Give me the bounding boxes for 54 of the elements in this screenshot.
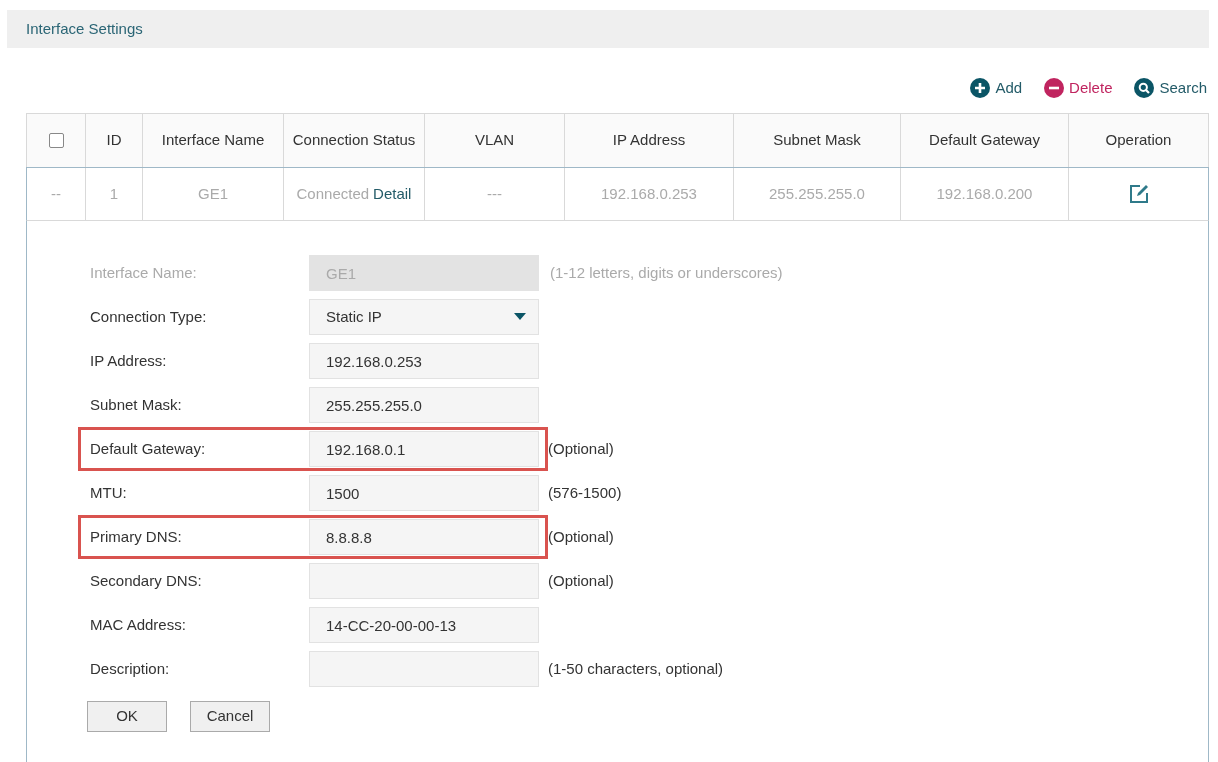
minus-icon	[1044, 78, 1065, 98]
column-header: Connection Status	[292, 130, 416, 151]
input-field[interactable]: 255.255.255.0	[309, 387, 539, 423]
table-cell-text: --	[51, 183, 61, 204]
select-all-checkbox[interactable]	[48, 133, 64, 148]
field-hint: (576-1500)	[548, 482, 622, 503]
field-label: Interface Name:	[90, 262, 198, 283]
input-field[interactable]: 14-CC-20-00-00-13	[309, 607, 539, 643]
input-field[interactable]: 8.8.8.8	[309, 519, 539, 555]
field-label: Default Gateway:	[90, 438, 207, 459]
table-cell-text: GE1	[198, 183, 228, 204]
table-cell-text: 1	[109, 183, 119, 204]
select-field[interactable]: Static IP	[309, 299, 539, 335]
input-field[interactable]	[309, 563, 539, 599]
edit-icon[interactable]	[1127, 183, 1150, 205]
search-button[interactable]: Search	[1134, 76, 1207, 100]
table-cell-text: 192.168.0.253	[601, 183, 697, 204]
input-field[interactable]: 1500	[309, 475, 539, 511]
status-text: Connected	[296, 183, 370, 204]
table-cell-text: 255.255.255.0	[769, 183, 865, 204]
field-label: Secondary DNS:	[90, 570, 203, 591]
detail-link[interactable]: Detail	[373, 182, 412, 206]
search-icon	[1134, 78, 1155, 98]
input-field[interactable]: 192.168.0.253	[309, 343, 539, 379]
column-header: Subnet Mask	[773, 130, 861, 151]
field-label: Description:	[90, 658, 171, 679]
field-label: Primary DNS:	[90, 526, 183, 547]
table-cell-text: ---	[487, 183, 502, 204]
field-label: IP Address:	[90, 350, 168, 371]
delete-button[interactable]: Delete	[1044, 76, 1113, 100]
field-label: Connection Type:	[90, 306, 208, 327]
column-header: Interface Name	[161, 130, 265, 151]
column-header: Operation	[1105, 130, 1172, 151]
field-hint: (1-12 letters, digits or underscores)	[550, 262, 783, 283]
field-hint: (1-50 characters, optional)	[548, 658, 724, 679]
field-hint: (Optional)	[548, 526, 614, 547]
field-label: Subnet Mask:	[90, 394, 183, 415]
field-label: MTU:	[90, 482, 128, 503]
column-header: IP Address	[612, 130, 686, 151]
table-cell-text: 192.168.0.200	[936, 183, 1033, 204]
column-header: ID	[106, 130, 122, 151]
section-title: Interface Settings	[26, 18, 143, 39]
add-button[interactable]: Add	[970, 76, 1023, 100]
field-hint: (Optional)	[548, 438, 614, 459]
cancel-button[interactable]: Cancel	[190, 701, 270, 732]
column-header: VLAN	[474, 130, 515, 151]
caret-icon	[514, 313, 526, 321]
field-label: MAC Address:	[90, 614, 187, 635]
input-field[interactable]: 192.168.0.1	[309, 431, 539, 467]
input-field[interactable]	[309, 651, 539, 687]
ok-button[interactable]: OK	[87, 701, 167, 732]
plus-icon	[970, 78, 991, 98]
column-header: Default Gateway	[929, 130, 1040, 151]
field-hint: (Optional)	[548, 570, 614, 591]
